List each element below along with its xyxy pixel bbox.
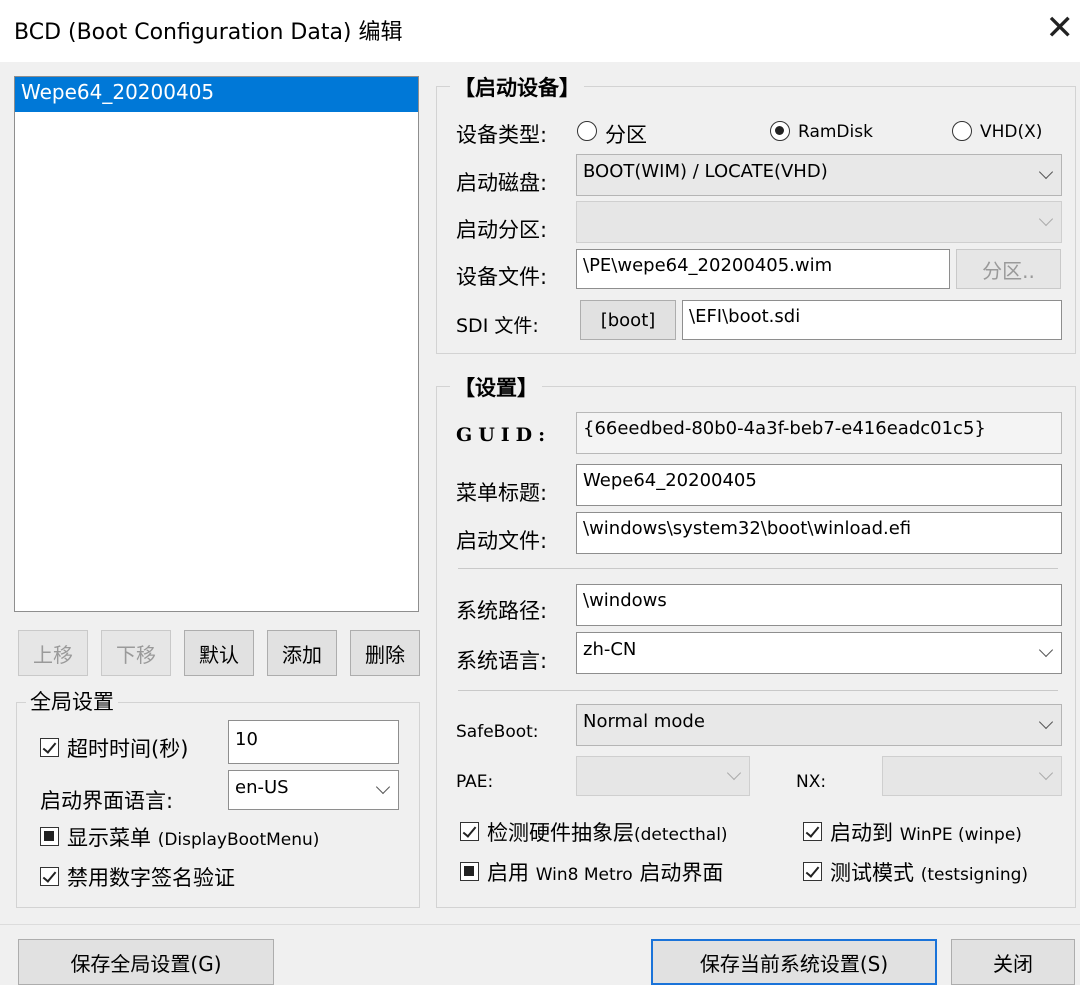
testsigning-text: 测试模式 xyxy=(830,861,914,885)
window-title: BCD (Boot Configuration Data) 编辑 xyxy=(14,20,403,45)
sdi-boot-button[interactable]: [boot] xyxy=(580,300,676,340)
boot-ui-language-value: en-US xyxy=(235,777,289,798)
display-menu-suffix: (DisplayBootMenu) xyxy=(157,830,320,850)
boot-device-title: 【启动设备】 xyxy=(450,72,584,102)
move-up-button[interactable]: 上移 xyxy=(18,630,88,676)
guid-field[interactable]: {66eedbed-80b0-4a3f-beb7-e416eadc01c5} xyxy=(576,412,1062,454)
safeboot-label: SafeBoot: xyxy=(456,722,539,742)
chevron-down-icon xyxy=(375,779,391,795)
chevron-down-icon xyxy=(1038,714,1054,730)
close-button[interactable]: 关闭 xyxy=(951,939,1075,985)
metro-ui-mid: Win8 Metro xyxy=(535,865,633,885)
footer-divider xyxy=(0,924,1080,925)
system-language-select[interactable]: zh-CN xyxy=(576,632,1062,674)
winpe-suffix: WinPE (winpe) xyxy=(899,825,1022,845)
detecthal-checkbox[interactable] xyxy=(460,822,479,841)
testsigning-suffix: (testsigning) xyxy=(920,865,1029,885)
boot-ui-language-select[interactable]: en-US xyxy=(228,770,399,810)
system-language-label: 系统语言: xyxy=(456,649,548,673)
device-type-ramdisk-radio[interactable] xyxy=(770,121,790,141)
boot-entry-list[interactable]: Wepe64_20200405 xyxy=(14,76,419,612)
testsigning-label: 测试模式 (testsigning) xyxy=(830,857,1028,887)
device-file-input[interactable]: \PE\wepe64_20200405.wim xyxy=(576,249,950,289)
display-menu-checkbox[interactable] xyxy=(40,827,59,846)
system-language-value: zh-CN xyxy=(583,639,637,660)
metro-ui-label: 启用 Win8 Metro 启动界面 xyxy=(487,857,723,887)
system-path-label: 系统路径: xyxy=(456,599,548,623)
detecthal-text: 检测硬件抽象层 xyxy=(487,821,634,845)
device-type-partition-radio[interactable] xyxy=(577,121,597,141)
winpe-label: 启动到 WinPE (winpe) xyxy=(830,817,1022,847)
system-path-input[interactable]: \windows xyxy=(576,584,1062,626)
boot-disk-label: 启动磁盘: xyxy=(456,171,548,195)
save-global-button[interactable]: 保存全局设置(G) xyxy=(18,939,274,985)
safeboot-value: Normal mode xyxy=(583,711,705,732)
title-bar: BCD (Boot Configuration Data) 编辑 ✕ xyxy=(0,0,1080,62)
chevron-down-icon xyxy=(1038,642,1054,658)
save-current-button[interactable]: 保存当前系统设置(S) xyxy=(651,939,937,985)
device-type-partition-label: 分区 xyxy=(605,123,647,147)
nx-select[interactable] xyxy=(882,756,1062,796)
guid-label: GUID: xyxy=(456,424,552,446)
metro-ui-checkbox[interactable] xyxy=(460,862,479,881)
set-default-button[interactable]: 默认 xyxy=(184,630,254,676)
winpe-text: 启动到 xyxy=(830,821,893,845)
pae-select[interactable] xyxy=(576,756,750,796)
timeout-checkbox[interactable] xyxy=(40,738,59,757)
sdi-file-input[interactable]: \EFI\boot.sdi xyxy=(682,300,1062,340)
add-entry-button[interactable]: 添加 xyxy=(267,630,337,676)
boot-entry-item[interactable]: Wepe64_20200405 xyxy=(15,77,418,112)
metro-ui-suffix: 启动界面 xyxy=(639,861,724,885)
close-icon[interactable]: ✕ xyxy=(1046,8,1075,48)
move-down-button[interactable]: 下移 xyxy=(101,630,171,676)
boot-disk-select[interactable]: BOOT(WIM) / LOCATE(VHD) xyxy=(576,154,1062,196)
chevron-down-icon xyxy=(1038,765,1054,781)
boot-file-label: 启动文件: xyxy=(456,529,548,553)
device-type-label: 设备类型: xyxy=(456,123,548,147)
display-menu-text: 显示菜单 xyxy=(67,826,151,850)
disable-integrity-label: 禁用数字签名验证 xyxy=(67,866,235,890)
boot-partition-label: 启动分区: xyxy=(456,218,548,242)
winpe-checkbox[interactable] xyxy=(803,822,822,841)
device-file-partition-button[interactable]: 分区.. xyxy=(956,249,1061,289)
timeout-input[interactable]: 10 xyxy=(228,720,399,764)
delete-entry-button[interactable]: 删除 xyxy=(350,630,420,676)
safeboot-select[interactable]: Normal mode xyxy=(576,704,1062,746)
divider xyxy=(458,568,1058,569)
disable-integrity-checkbox[interactable] xyxy=(40,867,59,886)
settings-title: 【设置】 xyxy=(450,372,542,402)
chevron-down-icon xyxy=(1038,164,1054,180)
device-type-vhd-label: VHD(X) xyxy=(980,122,1043,142)
nx-label: NX: xyxy=(796,772,827,792)
pae-label: PAE: xyxy=(456,772,494,792)
boot-ui-language-label: 启动界面语言: xyxy=(40,789,174,813)
testsigning-checkbox[interactable] xyxy=(803,862,822,881)
boot-file-input[interactable]: \windows\system32\boot\winload.efi xyxy=(576,512,1062,554)
global-settings-title: 全局设置 xyxy=(26,686,118,716)
menu-title-label: 菜单标题: xyxy=(456,481,548,505)
metro-ui-text: 启用 xyxy=(487,861,529,885)
detecthal-label: 检测硬件抽象层(detecthal) xyxy=(487,817,728,847)
detecthal-suffix: (detecthal) xyxy=(634,825,728,845)
chevron-down-icon xyxy=(1038,211,1054,227)
divider xyxy=(458,690,1058,691)
boot-disk-value: BOOT(WIM) / LOCATE(VHD) xyxy=(583,161,828,182)
device-type-ramdisk-label: RamDisk xyxy=(798,122,873,142)
device-type-vhd-radio[interactable] xyxy=(952,121,972,141)
device-file-label: 设备文件: xyxy=(456,265,548,289)
boot-partition-select[interactable] xyxy=(576,201,1062,243)
chevron-down-icon xyxy=(726,765,742,781)
menu-title-input[interactable]: Wepe64_20200405 xyxy=(576,464,1062,506)
timeout-label: 超时时间(秒) xyxy=(67,737,189,761)
display-menu-label: 显示菜单 (DisplayBootMenu) xyxy=(67,822,319,852)
sdi-file-label: SDI 文件: xyxy=(456,315,539,337)
